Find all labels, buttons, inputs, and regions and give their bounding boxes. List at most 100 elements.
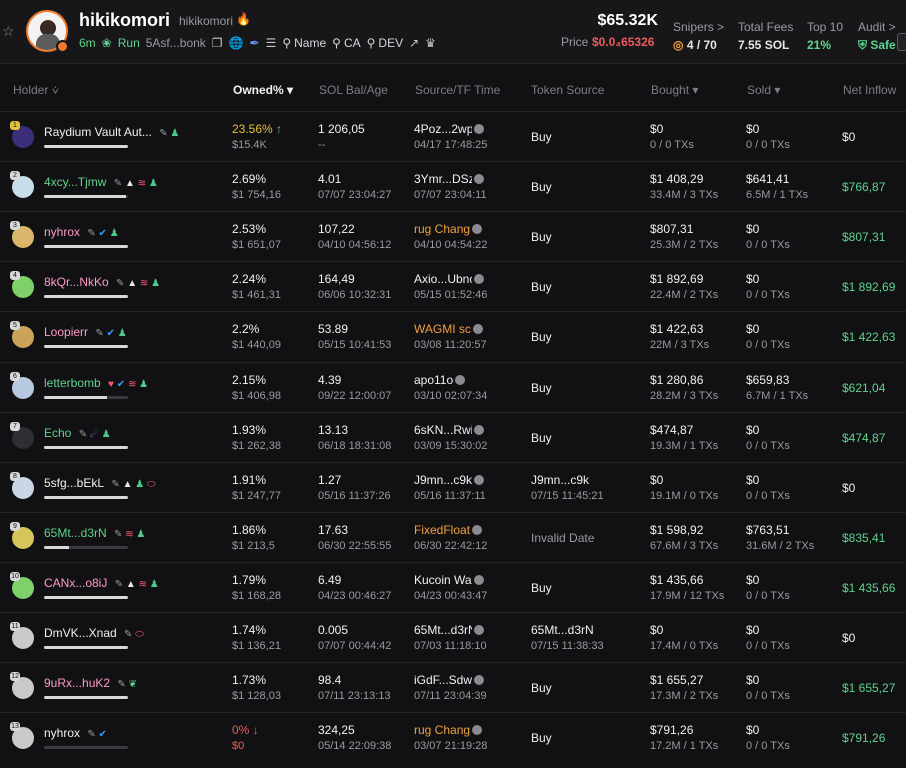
heart-icon[interactable]: ♥ [108,379,114,390]
source-cell[interactable]: 4Poz...2wp [414,122,484,136]
snipers-stat[interactable]: Snipers > ◎ 4 / 70 [673,20,724,52]
col-token-source[interactable]: Token Source [531,83,604,97]
edit-icon[interactable]: ✎ [87,228,95,239]
triangle-icon[interactable]: ▲ [126,579,136,590]
pill-icon[interactable]: ⬭ [147,479,156,490]
edit-icon[interactable]: ✎ [95,328,103,339]
user-icon[interactable]: ♟ [139,379,148,390]
expand-panel-button[interactable] [897,33,906,51]
verified-icon[interactable]: ✔ [117,379,125,390]
table-row[interactable]: 2 4xcy...Tjmw ✎ ▲ ≋ ♟ 2.69% $1 754,16 4.… [0,161,906,211]
holder-name[interactable]: DmVK...Xnad [44,626,117,640]
stack-icon[interactable]: ≋ [138,178,146,189]
holder-name[interactable]: letterbomb [44,376,101,390]
table-row[interactable]: 4 8kQr...NkKo ✎ ▲ ≋ ♟ 2.24% $1 461,31 16… [0,261,906,311]
holder-name[interactable]: nyhrox [44,726,80,740]
external-link-icon[interactable]: ↗ [409,36,419,50]
table-row[interactable]: 6 letterbomb ♥ ✔ ≋ ♟ 2.15% $1 406,98 4.3… [0,361,906,412]
verified-icon[interactable]: ✔ [107,328,115,339]
holder-name[interactable]: Loopierr [44,325,88,339]
user-icon[interactable]: ♟ [135,479,144,490]
holder-name[interactable]: Echo [44,426,71,440]
source-cell[interactable]: Kucoin Wa [414,573,484,587]
col-sol-bal[interactable]: SOL Bal/Age [319,83,388,97]
user-icon[interactable]: ♟ [118,328,127,339]
col-bought[interactable]: Bought ▾ [651,83,698,97]
crown-icon[interactable]: ♛ [425,36,436,50]
holder-name[interactable]: 65Mt...d3rN [44,526,107,540]
col-sold[interactable]: Sold ▾ [747,83,780,97]
table-row[interactable]: 12 9uRx...huK2 ✎ ❦ 1.73% $1 128,03 98.4 … [0,662,906,712]
holder-name[interactable]: 4xcy...Tjmw [44,175,106,189]
edit-icon[interactable]: ✎ [159,128,167,139]
holder-name[interactable]: CANx...o8iJ [44,576,107,590]
token-name[interactable]: hikikomori [79,10,170,31]
source-cell[interactable]: FixedFloat [414,523,483,537]
table-row[interactable]: 9 65Mt...d3rN ✎ ≋ ♟ 1.86% $1 213,5 17.63… [0,511,906,562]
col-holder[interactable]: Holder ⩒ [13,83,59,98]
col-net-inflow[interactable]: Net Inflow [843,83,896,97]
user-icon[interactable]: ♟ [102,429,111,440]
col-source[interactable]: Source/TF Time [415,83,500,97]
edit-icon[interactable]: ✎ [79,429,87,440]
triangle-icon[interactable]: ▲ [127,278,137,289]
triangle-icon[interactable]: ▲ [125,178,135,189]
table-row[interactable]: 13 nyhrox ✎ ✔ 0% ↓ $0 324,25 05/14 22:09… [0,712,906,762]
triangle-icon[interactable]: ▲ [123,479,133,490]
stack-icon[interactable]: ≋ [125,529,133,540]
edit-icon[interactable]: ✎ [114,178,122,189]
source-cell[interactable]: J9mn...c9k [414,473,484,487]
table-row[interactable]: 5 Loopierr ✎ ✔ ♟ 2.2% $1 440,09 53.89 05… [0,311,906,361]
edit-icon[interactable]: ✎ [124,629,132,640]
search-name-link[interactable]: ⚲ Name [282,36,326,50]
leaf-icon[interactable]: ❦ [129,679,137,690]
col-owned[interactable]: Owned% ▾ [233,83,293,97]
edit-icon[interactable]: ✎ [87,729,95,740]
contract-address[interactable]: 5Asf...bonk [146,36,206,50]
feather-icon[interactable]: ✒ [250,36,260,50]
verified-icon[interactable]: ✔ [99,729,107,740]
holder-name[interactable]: nyhrox [44,225,80,239]
holder-name[interactable]: 8kQr...NkKo [44,275,109,289]
edit-icon[interactable]: ✎ [116,278,124,289]
table-row[interactable]: 7 Echo ✎ ☄ ♟ 1.93% $1 262,38 13.13 06/18… [0,411,906,462]
star-icon[interactable]: ☆ [2,24,16,38]
source-cell[interactable]: 65Mt...d3rN [414,623,484,637]
table-row[interactable]: 11 DmVK...Xnad ✎ ⬭ 1.74% $1 136,21 0.005… [0,612,906,662]
edit-icon[interactable]: ✎ [114,529,122,540]
edit-icon[interactable]: ✎ [115,579,123,590]
user-icon[interactable]: ♟ [151,278,160,289]
token-source-address[interactable]: J9mn...c9k [531,473,589,487]
user-icon[interactable]: ♟ [149,178,158,189]
filter-icon[interactable]: ⩒ [52,83,59,97]
user-icon[interactable]: ♟ [136,529,145,540]
source-cell[interactable]: 6sKN...Rwi [414,423,484,437]
verified-icon[interactable]: ✔ [99,228,107,239]
table-row[interactable]: 10 CANx...o8iJ ✎ ▲ ≋ ♟ 1.79% $1 168,28 6… [0,561,906,612]
source-cell[interactable]: rug Chang [414,222,483,236]
audit-stat[interactable]: Audit > ⛨ Safe [858,20,896,53]
globe-icon[interactable]: 🌐 [229,36,244,50]
table-row[interactable]: 3 nyhrox ✎ ✔ ♟ 2.53% $1 651,07 107,22 04… [0,211,906,261]
edit-icon[interactable]: ✎ [111,479,119,490]
copy-icon[interactable]: ❐ [212,36,223,50]
source-cell[interactable]: iGdF...Sdw [414,673,484,687]
alien-icon[interactable]: ☄ [90,429,99,440]
pill-icon[interactable]: ⬭ [135,629,144,640]
source-cell[interactable]: WAGMI sc [414,322,483,336]
source-cell[interactable]: rug Chang [414,723,483,737]
search-dev-link[interactable]: ⚲ DEV [367,36,403,50]
source-cell[interactable]: 3Ymr...DSz [414,172,484,186]
search-ca-link[interactable]: ⚲ CA [332,36,360,50]
source-cell[interactable]: Axio...Ubnc [414,272,484,286]
table-row[interactable]: 1 Raydium Vault Aut... ✎ ♟ 23.56% ↑ $15.… [0,111,906,161]
stack-icon[interactable]: ≋ [139,579,147,590]
token-source-address[interactable]: 65Mt...d3rN [531,623,594,637]
stack-icon[interactable]: ≋ [128,379,136,390]
user-icon[interactable]: ♟ [150,579,159,590]
table-row[interactable]: 8 5sfg...bEkL ✎ ▲ ♟ ⬭ 1.91% $1 247,77 1.… [0,461,906,512]
edit-icon[interactable]: ✎ [117,679,125,690]
holder-name[interactable]: Raydium Vault Aut... [44,125,152,139]
holder-name[interactable]: 9uRx...huK2 [44,676,110,690]
holder-name[interactable]: 5sfg...bEkL [44,476,104,490]
